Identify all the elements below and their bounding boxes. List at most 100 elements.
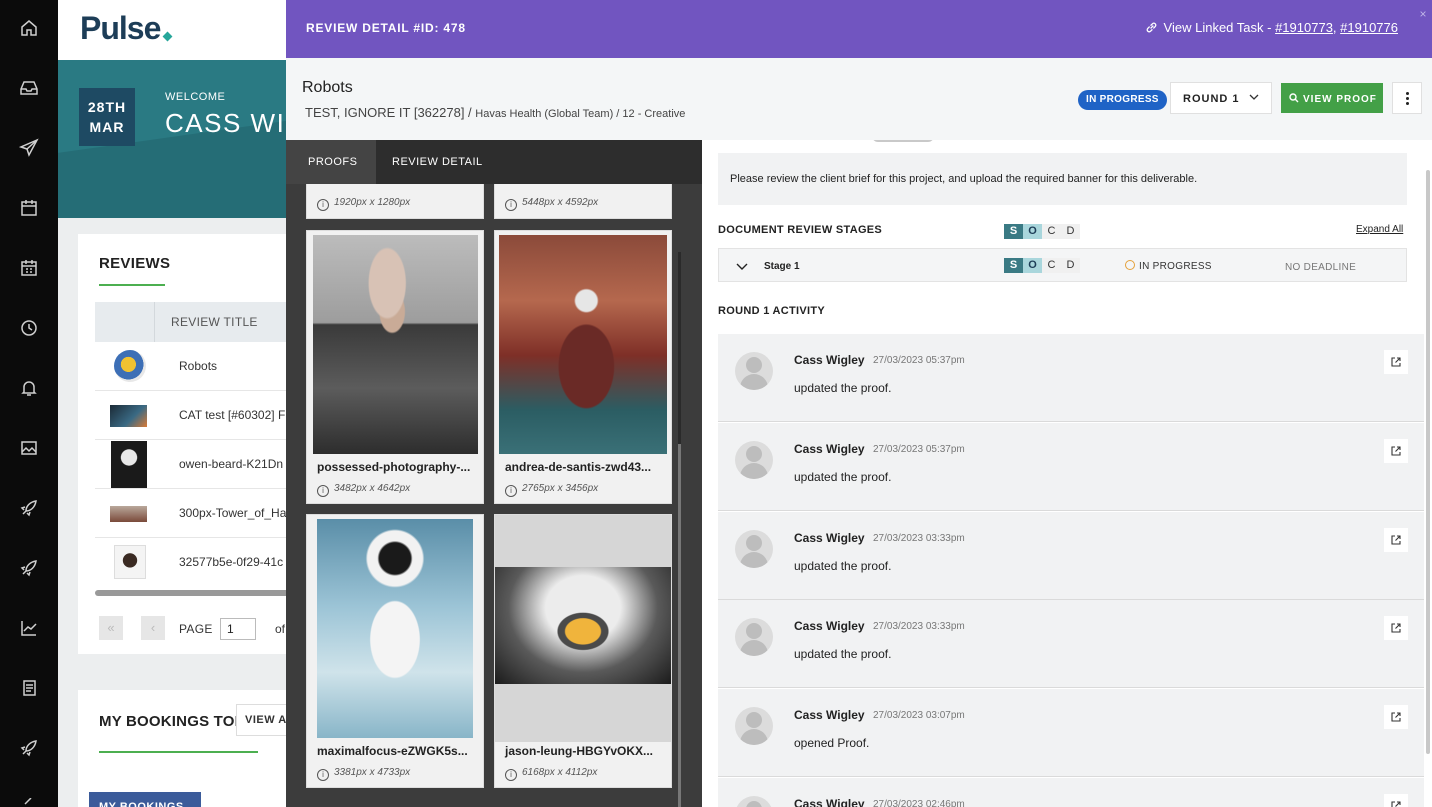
view-all-button[interactable]: VIEW ALL <box>236 704 288 736</box>
proof-card[interactable]: jason-leung-HBGYvOKX... i 6168px x 4112px <box>494 514 672 788</box>
proof-card[interactable]: possessed-photography-... i 3482px x 4642… <box>306 230 484 504</box>
activity-time: 27/03/2023 05:37pm <box>873 355 965 366</box>
proof-size-text: 3381px x 4733px <box>334 767 411 778</box>
chevron-left-icon[interactable] <box>22 796 36 807</box>
stage-letter-s: S <box>1004 258 1023 273</box>
chevron-down-icon[interactable] <box>736 260 748 272</box>
detail-scrollbar[interactable] <box>1426 170 1430 754</box>
rocket-icon[interactable] <box>19 498 39 518</box>
linked-task-link[interactable]: #1910773 <box>1275 20 1333 35</box>
table-row[interactable]: 32577b5e-0f29-41c <box>95 538 288 587</box>
proof-card[interactable]: i 5448px x 4592px <box>494 184 672 219</box>
horizontal-scrollbar[interactable] <box>95 590 288 596</box>
table-row[interactable]: owen-beard-K21Dn <box>95 440 288 489</box>
dashboard-topbar: Pulse <box>58 0 288 60</box>
chart-icon[interactable] <box>19 618 39 638</box>
bookings-card: MY BOOKINGS TODAY VIEW ALL MY BOOKINGS <box>78 690 288 807</box>
proof-name: Robots <box>302 79 353 96</box>
calendar-grid-icon[interactable] <box>19 258 39 278</box>
close-icon[interactable]: × <box>1414 4 1432 24</box>
scrolled-pill <box>872 140 934 142</box>
proof-card[interactable]: andrea-de-santis-zwd43... i 2765px x 3456… <box>494 230 672 504</box>
view-proof-label: VIEW PROOF <box>1303 94 1377 105</box>
review-detail-panel: REVIEW DETAIL #ID: 478 View Linked Task … <box>286 0 1432 807</box>
stage-status-text: IN PROGRESS <box>1139 261 1212 272</box>
activity-text: updated the proof. <box>794 381 892 395</box>
breadcrumb-project[interactable]: TEST, IGNORE IT [362278] <box>305 105 464 120</box>
reviews-table-header: REVIEW TITLE <box>95 302 288 342</box>
send-icon[interactable] <box>19 138 39 158</box>
row-thumbnail <box>110 405 147 427</box>
user-name: CASS WIGLEY <box>165 108 288 138</box>
inbox-icon[interactable] <box>19 78 39 98</box>
external-link-icon[interactable] <box>1384 350 1408 374</box>
proofs-scroll-thumb[interactable] <box>678 444 681 807</box>
home-icon[interactable] <box>19 18 39 38</box>
chevron-down-icon <box>1249 94 1259 100</box>
panel-header: REVIEW DETAIL #ID: 478 View Linked Task … <box>286 0 1432 58</box>
tab-review-detail[interactable]: REVIEW DETAIL <box>392 140 483 184</box>
stage-row-letters: SOCD <box>1004 258 1080 273</box>
proofs-pane: PROOFS REVIEW DETAIL i 1920px x 1280px i5… <box>286 140 702 807</box>
activity-text: updated the proof. <box>794 647 892 661</box>
proof-card[interactable]: i 1920px x 1280px <box>306 184 484 219</box>
activity-time: 27/03/2023 05:37pm <box>873 444 965 455</box>
external-link-icon[interactable] <box>1384 616 1408 640</box>
calendar-icon[interactable] <box>19 198 39 218</box>
prev-page-button[interactable]: ‹ <box>141 616 165 640</box>
external-link-icon[interactable] <box>1384 439 1408 463</box>
more-options-icon[interactable] <box>1392 82 1422 114</box>
table-row[interactable]: 300px-Tower_of_Ha <box>95 489 288 538</box>
panel-title: REVIEW DETAIL #ID: 478 <box>306 21 466 35</box>
external-link-icon[interactable] <box>1384 705 1408 729</box>
logo-mark-icon <box>162 31 173 42</box>
row-title: 32577b5e-0f29-41c <box>179 555 284 569</box>
bookings-tab-underline <box>99 751 258 753</box>
info-icon: i <box>317 199 329 211</box>
proof-size-text: 5448px x 4592px <box>522 197 599 208</box>
rocket-icon[interactable] <box>19 738 39 758</box>
proof-size: i 6168px x 4112px <box>505 767 597 781</box>
column-review-title[interactable]: REVIEW TITLE <box>171 315 258 329</box>
rocket-icon[interactable] <box>19 558 39 578</box>
first-page-button[interactable]: « <box>99 616 123 640</box>
round-select-value: ROUND 1 <box>1183 93 1240 105</box>
view-proof-button[interactable]: VIEW PROOF <box>1281 83 1383 113</box>
round-select[interactable]: ROUND 1 <box>1170 82 1272 114</box>
pulse-logo[interactable]: Pulse <box>80 10 161 47</box>
left-rail <box>0 0 58 807</box>
reviews-card: REVIEWS REVIEW TITLE Robots CAT test [#6… <box>78 234 288 654</box>
my-bookings-button[interactable]: MY BOOKINGS <box>89 792 201 807</box>
column-divider <box>154 302 155 342</box>
table-row[interactable]: CAT test [#60302] F <box>95 391 288 440</box>
image-icon[interactable] <box>19 438 39 458</box>
clock-icon <box>1125 260 1135 270</box>
review-detail-pane: Please review the client brief for this … <box>702 140 1432 807</box>
tab-proofs[interactable]: PROOFS <box>286 140 376 184</box>
expand-all-link[interactable]: Expand All <box>1356 224 1403 235</box>
document-icon[interactable] <box>19 678 39 698</box>
clock-icon[interactable] <box>19 318 39 338</box>
stage-letter-o: O <box>1023 258 1042 273</box>
proof-size: i 2765px x 3456px <box>505 483 598 497</box>
bell-icon[interactable] <box>19 378 39 398</box>
round-activity-title: ROUND 1 ACTIVITY <box>718 305 826 317</box>
activity-item: Cass Wigley 27/03/2023 03:07pm opened Pr… <box>718 689 1424 777</box>
proof-subheader: Robots TEST, IGNORE IT [362278] / Havas … <box>286 58 1432 140</box>
stage-letter-s: S <box>1004 224 1023 239</box>
info-icon: i <box>505 769 517 781</box>
linked-task-link[interactable]: #1910776 <box>1340 20 1398 35</box>
page-input[interactable]: 1 <box>220 618 256 640</box>
external-link-icon[interactable] <box>1384 794 1408 807</box>
info-icon: i <box>317 485 329 497</box>
status-badge: IN PROGRESS <box>1078 90 1167 110</box>
external-link-icon[interactable] <box>1384 528 1408 552</box>
table-row[interactable]: Robots <box>95 342 288 391</box>
stage-letter-c: C <box>1042 258 1061 273</box>
proof-card[interactable]: maximalfocus-eZWGK5s... i 3381px x 4733px <box>306 514 484 788</box>
row-thumbnail <box>114 350 146 382</box>
row-thumbnail <box>110 506 147 522</box>
row-thumbnail <box>111 441 147 488</box>
stage-row[interactable]: Stage 1 SOCD IN PROGRESS NO DEADLINE <box>718 248 1407 282</box>
link-icon <box>1146 22 1156 33</box>
